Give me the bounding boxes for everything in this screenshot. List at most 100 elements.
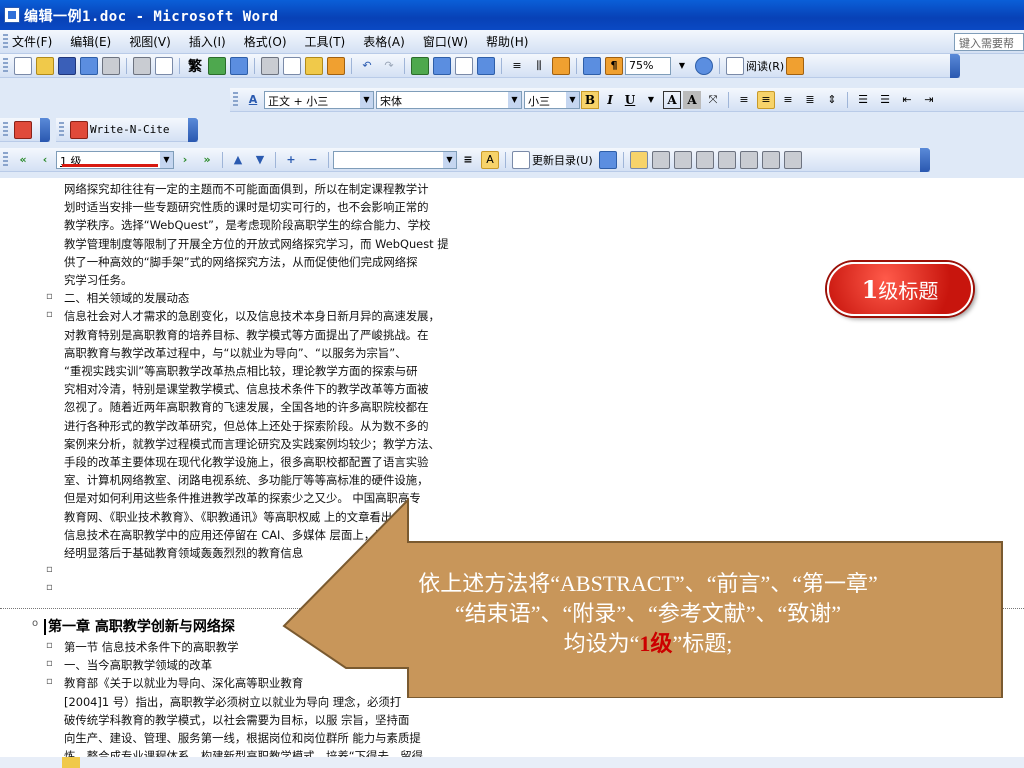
paragraph-bullet-icon[interactable]: ▫ bbox=[46, 676, 53, 687]
print-preview-icon[interactable] bbox=[133, 56, 151, 75]
outline-grip-icon[interactable] bbox=[3, 151, 8, 168]
update-toc-icon[interactable] bbox=[512, 150, 530, 169]
style-select[interactable]: 正文 + 小三 ▼ bbox=[264, 90, 374, 109]
font-size-dropdown-icon[interactable]: ▼ bbox=[566, 91, 579, 108]
toolbar-options-icon[interactable] bbox=[786, 56, 805, 75]
remove-subdocument-icon[interactable] bbox=[695, 150, 714, 169]
paste-icon[interactable] bbox=[305, 56, 323, 75]
outline-level-dropdown-icon[interactable]: ▼ bbox=[160, 151, 173, 168]
save-icon[interactable] bbox=[58, 56, 76, 75]
insert-subdocument-icon[interactable] bbox=[651, 150, 670, 169]
align-right-icon[interactable]: ≡ bbox=[779, 91, 797, 109]
char-scaling-icon[interactable]: ⤧ bbox=[704, 91, 722, 109]
move-down-icon[interactable]: ▼ bbox=[251, 151, 269, 169]
show-first-line-icon[interactable]: ≡ bbox=[459, 151, 477, 169]
document-map-icon[interactable] bbox=[552, 56, 570, 75]
paragraph-bullet-icon[interactable]: ▫ bbox=[46, 582, 53, 593]
redo-icon[interactable]: ↷ bbox=[380, 57, 398, 75]
menu-window[interactable]: 窗口(W) bbox=[423, 33, 468, 50]
writencite-icon[interactable] bbox=[70, 120, 88, 139]
small-chevron-icon[interactable] bbox=[40, 118, 50, 142]
promote-icon[interactable]: ‹ bbox=[36, 151, 54, 169]
char-shading-button[interactable]: A bbox=[683, 90, 701, 109]
char-border-button[interactable]: A bbox=[663, 90, 681, 109]
bullets-icon[interactable]: ☰ bbox=[876, 91, 894, 109]
menu-tools[interactable]: 工具(T) bbox=[305, 33, 346, 50]
bold-button[interactable]: B bbox=[581, 90, 599, 109]
promote-to-heading1-icon[interactable]: « bbox=[14, 151, 32, 169]
move-up-icon[interactable]: ▲ bbox=[229, 151, 247, 169]
formatting-grip-icon[interactable] bbox=[233, 91, 238, 108]
update-toc-button[interactable]: 更新目录(U) bbox=[532, 152, 593, 168]
hyperlink-icon[interactable] bbox=[411, 56, 429, 75]
increase-indent-icon[interactable]: ⇥ bbox=[920, 91, 938, 109]
font-size-select[interactable]: 小三 ▼ bbox=[524, 90, 580, 109]
menu-view[interactable]: 视图(V) bbox=[129, 33, 171, 50]
undo-icon[interactable]: ↶ bbox=[358, 57, 376, 75]
red-g-icon[interactable] bbox=[14, 120, 32, 139]
merge-subdocument-icon[interactable] bbox=[717, 150, 736, 169]
underline-button[interactable]: U bbox=[621, 91, 639, 109]
show-formatting-icon[interactable]: A bbox=[481, 150, 499, 169]
menu-help[interactable]: 帮助(H) bbox=[486, 33, 528, 50]
tables-borders-icon[interactable] bbox=[433, 56, 451, 75]
word-app-icon[interactable] bbox=[4, 7, 20, 23]
lock-document-icon[interactable] bbox=[761, 150, 780, 169]
read-mode-button[interactable]: 阅读(R) bbox=[746, 58, 784, 74]
paragraph-bullet-icon[interactable]: ▫ bbox=[46, 640, 53, 651]
research-icon[interactable] bbox=[208, 56, 226, 75]
expand-icon[interactable]: + bbox=[282, 151, 300, 169]
style-dropdown-icon[interactable]: ▼ bbox=[360, 91, 373, 108]
open-subdocument-icon[interactable] bbox=[783, 150, 802, 169]
writencite-grip-icon[interactable] bbox=[59, 121, 64, 138]
writencite-chevron-icon[interactable] bbox=[188, 118, 198, 142]
zoom-dropdown-icon[interactable]: ▼ bbox=[673, 57, 691, 75]
insert-table-icon[interactable] bbox=[455, 56, 473, 75]
goto-toc-icon[interactable] bbox=[598, 150, 617, 169]
underline-dropdown-icon[interactable]: ▼ bbox=[642, 91, 660, 109]
menu-grip-icon[interactable] bbox=[3, 33, 8, 50]
print-icon[interactable] bbox=[102, 56, 120, 75]
paragraph-bullet-icon[interactable]: ▫ bbox=[46, 309, 53, 320]
help-search-input[interactable]: 键入需要帮 bbox=[954, 33, 1024, 51]
drawing-icon[interactable]: ⫼ bbox=[530, 57, 548, 75]
columns-icon[interactable]: ≡ bbox=[508, 57, 526, 75]
demote-to-body-icon[interactable]: » bbox=[198, 151, 216, 169]
distributed-icon[interactable]: ≣ bbox=[801, 91, 819, 109]
split-subdocument-icon[interactable] bbox=[739, 150, 758, 169]
writencite-button[interactable]: Write-N-Cite bbox=[90, 123, 169, 136]
traditional-chinese-button[interactable]: 繁 bbox=[186, 57, 204, 75]
numbering-icon[interactable]: ☰ bbox=[854, 91, 872, 109]
copy-icon[interactable] bbox=[283, 56, 301, 75]
show-level-select[interactable]: ▼ bbox=[333, 150, 457, 169]
collapse-icon[interactable]: − bbox=[304, 151, 322, 169]
small-grip-icon[interactable] bbox=[3, 121, 8, 138]
show-hide-icon[interactable] bbox=[583, 56, 601, 75]
paragraph-mark-icon[interactable]: ¶ bbox=[605, 56, 623, 75]
menu-format[interactable]: 格式(O) bbox=[244, 33, 287, 50]
menu-insert[interactable]: 插入(I) bbox=[189, 33, 226, 50]
new-document-icon[interactable] bbox=[14, 56, 32, 75]
translate-icon[interactable] bbox=[230, 56, 248, 75]
paragraph-bullet-icon[interactable]: ▫ bbox=[46, 291, 53, 302]
cut-icon[interactable] bbox=[261, 56, 279, 75]
font-dropdown-icon[interactable]: ▼ bbox=[508, 91, 521, 108]
show-level-dropdown-icon[interactable]: ▼ bbox=[443, 151, 456, 168]
format-painter-icon[interactable] bbox=[327, 56, 345, 75]
read-mode-icon[interactable] bbox=[726, 56, 744, 75]
menu-table[interactable]: 表格(A) bbox=[363, 33, 405, 50]
paragraph-bullet-icon[interactable]: ▫ bbox=[46, 564, 53, 575]
paragraph-bullet-icon[interactable]: ▫ bbox=[46, 658, 53, 669]
zoom-select[interactable]: 75% bbox=[625, 56, 671, 75]
align-justify-icon[interactable]: ≡ bbox=[757, 90, 775, 109]
menu-edit[interactable]: 编辑(E) bbox=[70, 33, 111, 50]
help-icon[interactable] bbox=[695, 56, 713, 75]
master-document-icon[interactable] bbox=[629, 150, 648, 169]
standard-grip-icon[interactable] bbox=[3, 57, 8, 74]
decrease-indent-icon[interactable]: ⇤ bbox=[898, 91, 916, 109]
outline-chevron-icon[interactable] bbox=[920, 148, 930, 172]
insert-excel-icon[interactable] bbox=[477, 56, 495, 75]
create-subdocument-icon[interactable] bbox=[673, 150, 692, 169]
toolbar-chevron-icon[interactable] bbox=[950, 54, 960, 78]
chapter-heading[interactable]: o 第一章 高职教学创新与网络探 bbox=[32, 616, 235, 636]
